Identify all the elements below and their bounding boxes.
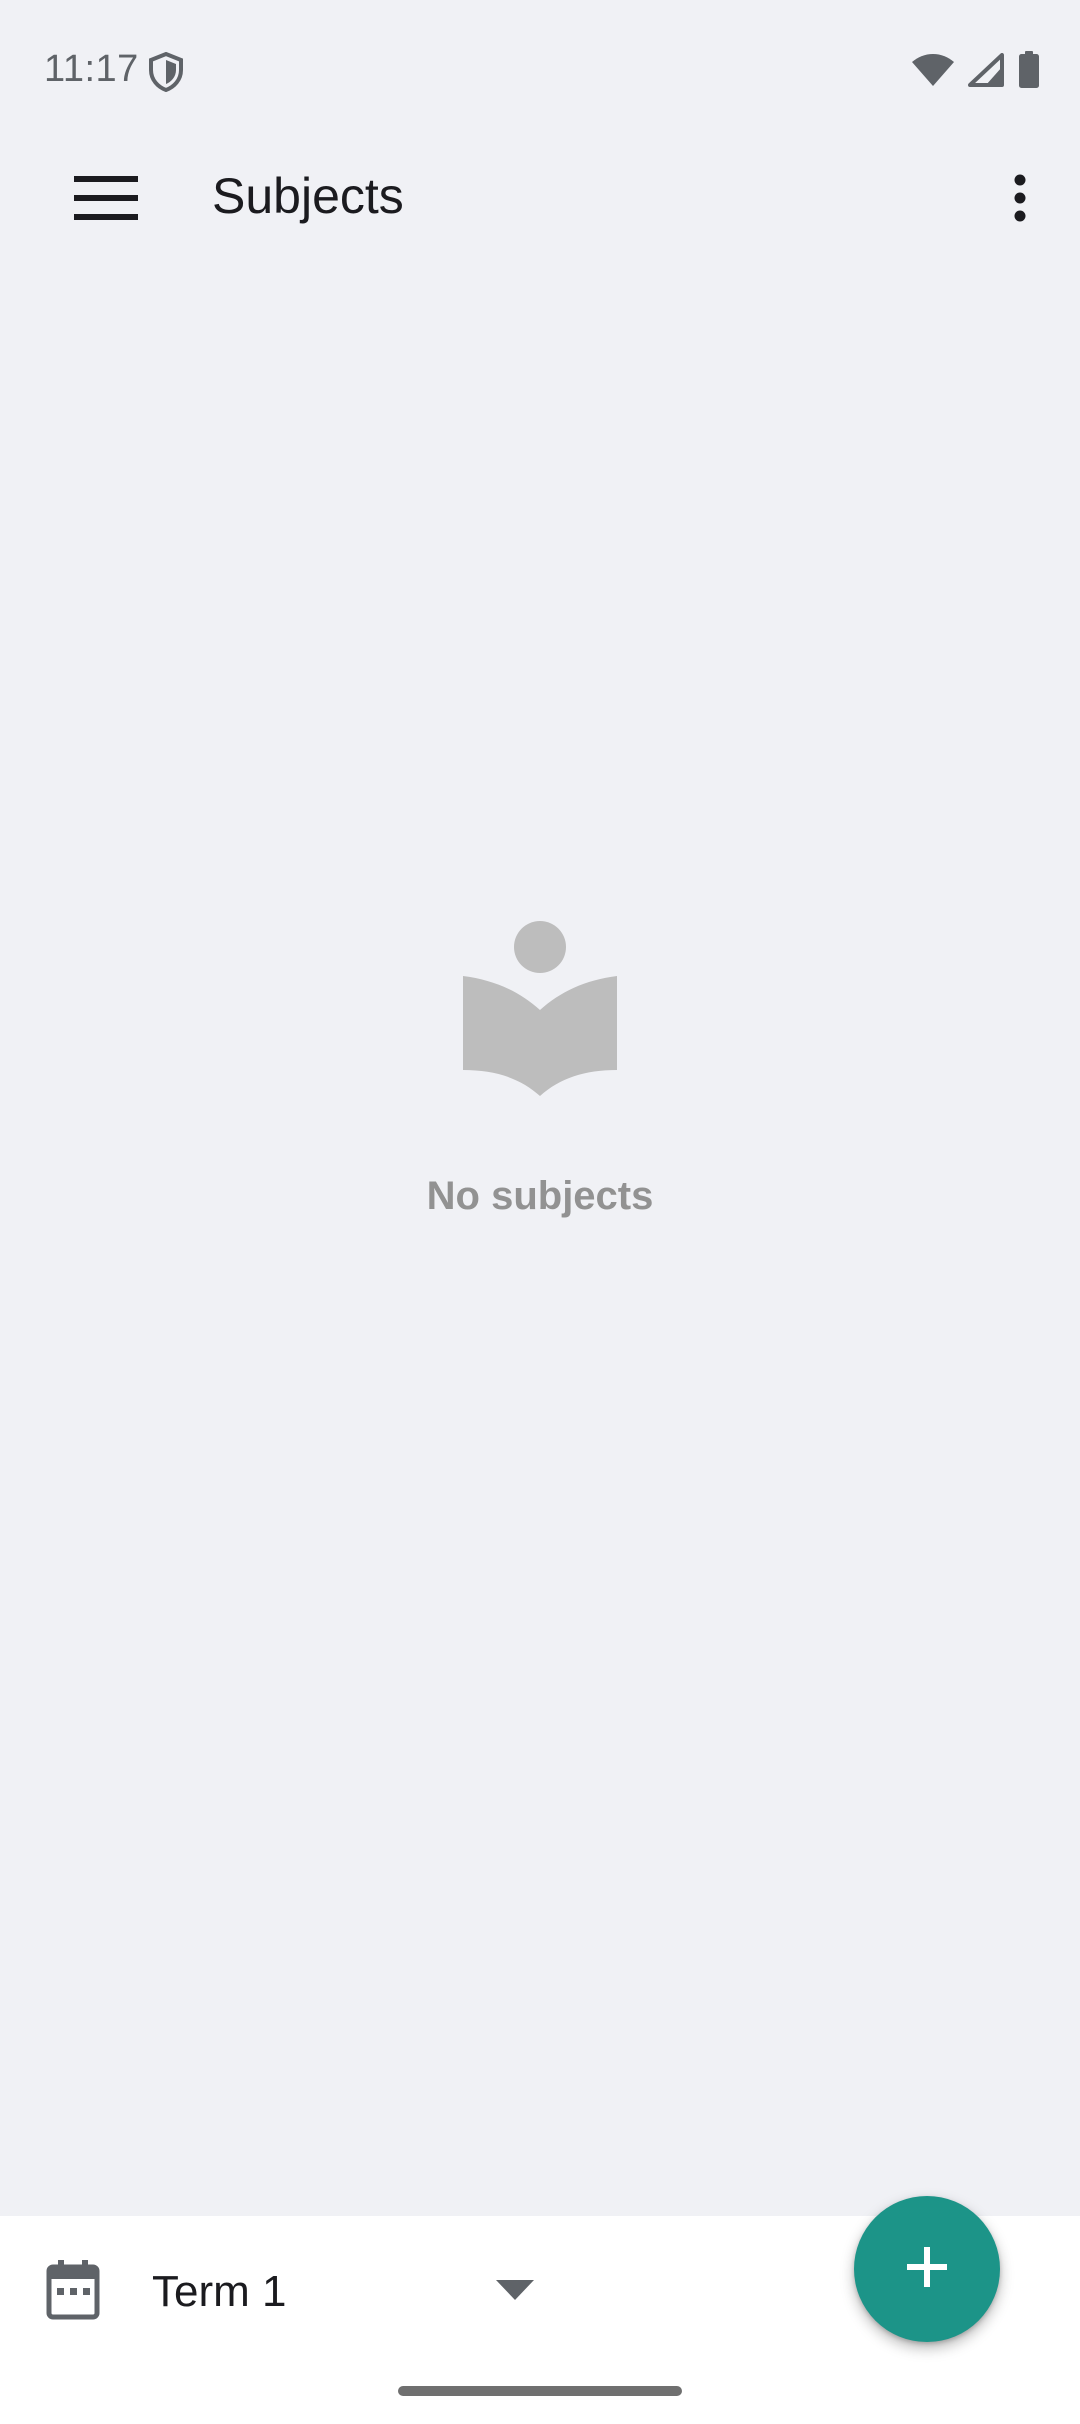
home-gesture-handle[interactable]	[398, 2386, 682, 2396]
page-title: Subjects	[212, 168, 404, 224]
more-vert-icon	[1013, 174, 1027, 227]
cell-signal-icon	[968, 52, 1004, 92]
book-reader-icon	[455, 920, 625, 1120]
more-options-button[interactable]	[984, 160, 1056, 240]
empty-state: No subjects	[0, 920, 1080, 1219]
calendar-icon	[46, 2260, 100, 2320]
term-selected-value: Term 1	[152, 2267, 287, 2316]
add-subject-button[interactable]	[854, 2196, 1000, 2342]
arrow-drop-down-icon	[494, 2278, 536, 2302]
term-selector[interactable]: Term 1	[0, 2216, 560, 2366]
status-time: 11:17	[44, 48, 139, 90]
battery-icon	[1018, 50, 1040, 94]
status-icons	[912, 50, 1040, 94]
status-bar: 11:17	[0, 0, 1080, 140]
plus-icon	[905, 2245, 949, 2294]
wifi-icon	[912, 53, 954, 92]
top-app-bar: Subjects	[0, 140, 1080, 252]
shield-icon	[148, 51, 184, 93]
hamburger-menu-icon	[74, 174, 138, 227]
empty-state-message: No subjects	[426, 1174, 654, 1218]
navigation-menu-button[interactable]	[60, 164, 152, 236]
